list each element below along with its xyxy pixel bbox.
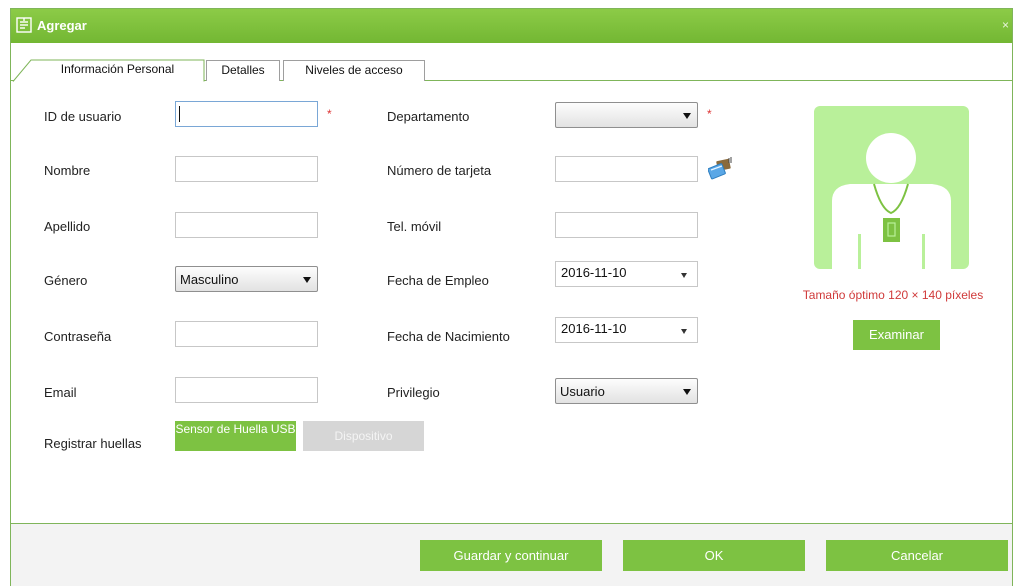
tab-details[interactable]: Detalles (206, 60, 280, 81)
card-number-input[interactable] (555, 156, 698, 182)
birth-date-label: Fecha de Nacimiento (387, 329, 510, 344)
browse-button[interactable]: Examinar (853, 320, 940, 350)
department-select[interactable] (555, 102, 698, 128)
mobile-input[interactable] (555, 212, 698, 238)
dialog-title: Agregar (37, 18, 87, 33)
required-marker: * (327, 107, 332, 121)
fingerprint-label: Registrar huellas (44, 436, 142, 451)
device-button[interactable]: Dispositivo (303, 421, 424, 451)
ok-button[interactable]: OK (623, 540, 805, 571)
tab-personal-info[interactable]: Información Personal (31, 60, 204, 82)
email-label: Email (44, 385, 77, 400)
chevron-down-icon (683, 389, 691, 395)
required-marker: * (707, 107, 712, 121)
gender-select[interactable]: Masculino (175, 266, 318, 292)
chevron-down-icon (681, 329, 687, 334)
card-number-label: Número de tarjeta (387, 163, 492, 178)
avatar-icon (832, 133, 951, 269)
user-id-input[interactable] (175, 101, 318, 127)
last-name-input[interactable] (175, 212, 318, 238)
first-name-input[interactable] (175, 156, 318, 182)
birth-date-value: 2016-11-10 (561, 321, 627, 336)
chevron-down-icon (681, 273, 687, 278)
first-name-label: Nombre (44, 163, 91, 178)
gender-label: Género (44, 273, 88, 288)
hire-date-picker[interactable]: 2016-11-10 (555, 261, 698, 287)
gender-value: Masculino (180, 272, 239, 287)
mobile-label: Tel. móvil (387, 219, 442, 234)
photo-size-hint: Tamaño óptimo 120 × 140 píxeles (802, 288, 984, 302)
photo-placeholder[interactable] (814, 106, 969, 269)
card-reader-icon[interactable] (708, 157, 734, 181)
tab-strip: Información Personal Detalles Niveles de… (11, 43, 1012, 82)
usb-fingerprint-button[interactable]: Sensor de Huella USB (175, 421, 296, 451)
user-id-label: ID de usuario (44, 109, 122, 124)
add-dialog: Agregar × Información Personal Detalles … (10, 8, 1013, 586)
password-input[interactable] (175, 321, 318, 347)
last-name-label: Apellido (44, 219, 91, 234)
department-label: Departamento (387, 109, 470, 124)
title-bar: Agregar × (11, 9, 1012, 43)
close-icon[interactable]: × (1002, 18, 1009, 32)
tab-access-levels[interactable]: Niveles de acceso (283, 60, 425, 81)
text-caret (179, 106, 180, 122)
hire-date-label: Fecha de Empleo (387, 273, 489, 288)
save-continue-button[interactable]: Guardar y continuar (420, 540, 602, 571)
privilege-select[interactable]: Usuario (555, 378, 698, 404)
password-label: Contraseña (44, 329, 112, 344)
chevron-down-icon (303, 277, 311, 283)
cancel-button[interactable]: Cancelar (826, 540, 1008, 571)
chevron-down-icon (683, 113, 691, 119)
privilege-label: Privilegio (387, 385, 440, 400)
birth-date-picker[interactable]: 2016-11-10 (555, 317, 698, 343)
hire-date-value: 2016-11-10 (561, 265, 627, 280)
privilege-value: Usuario (560, 384, 605, 399)
email-input[interactable] (175, 377, 318, 403)
form-icon (16, 17, 32, 33)
